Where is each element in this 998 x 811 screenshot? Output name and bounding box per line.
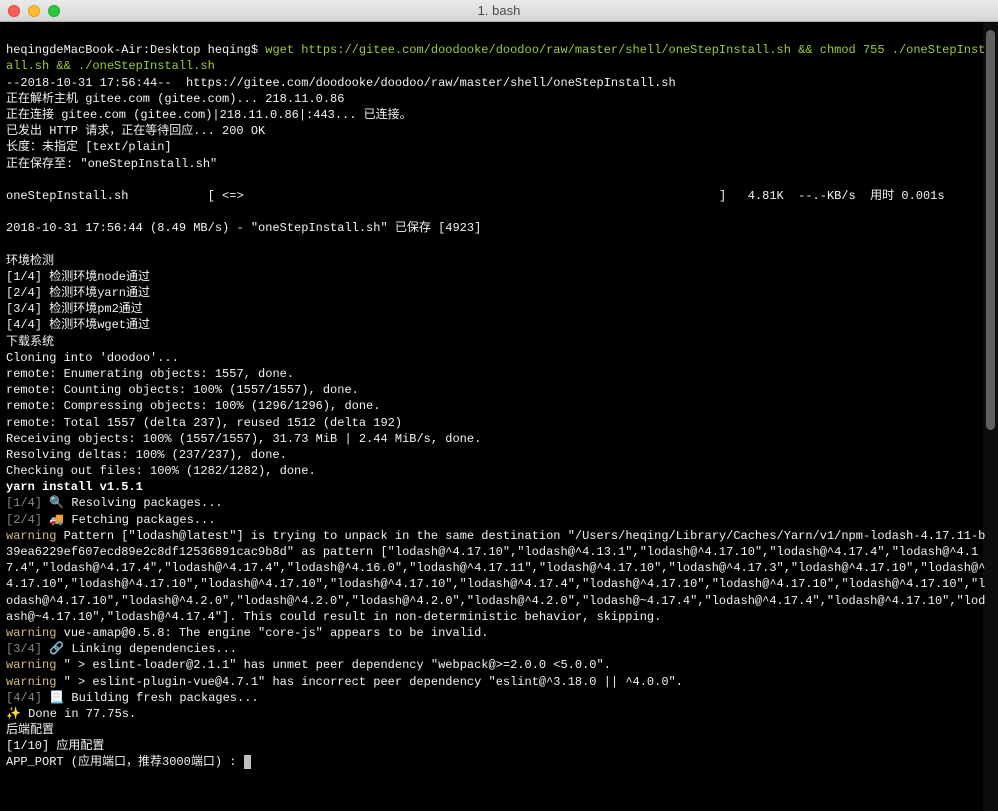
git-remote-enum: remote: Enumerating objects: 1557, done. <box>6 367 294 381</box>
magnifier-icon: 🔍 <box>49 496 64 510</box>
env-check-2: [2/4] 检测环境yarn通过 <box>6 286 150 300</box>
terminal-output[interactable]: heqingdeMacBook-Air:Desktop heqing$ wget… <box>0 22 998 811</box>
git-receiving: Receiving objects: 100% (1557/1557), 31.… <box>6 432 481 446</box>
wget-connect: 正在连接 gitee.com (gitee.com)|218.11.0.86|:… <box>6 108 412 122</box>
wget-done: 2018-10-31 17:56:44 (8.49 MB/s) - "oneSt… <box>6 221 481 235</box>
warning-lodash: Pattern ["lodash@latest"] is trying to u… <box>6 529 985 624</box>
git-checkout: Checking out files: 100% (1282/1282), do… <box>6 464 316 478</box>
git-clone: Cloning into 'doodoo'... <box>6 351 179 365</box>
backend-config: 后端配置 <box>6 723 54 737</box>
window-titlebar: 1. bash <box>0 0 998 22</box>
yarn-step-1-text: Resolving packages... <box>64 496 222 510</box>
traffic-lights <box>0 5 60 17</box>
wget-start: --2018-10-31 17:56:44-- https://gitee.co… <box>6 76 676 90</box>
wget-length: 长度：未指定 [text/plain] <box>6 140 172 154</box>
yarn-step-2-text: Fetching packages... <box>64 513 215 527</box>
yarn-step-4-num: [4/4] <box>6 691 42 705</box>
scrollbar-thumb[interactable] <box>986 30 995 430</box>
env-check-3: [3/4] 检测环境pm2通过 <box>6 302 143 316</box>
app-port-prompt: APP_PORT (应用端口，推荐3000端口) : <box>6 755 244 769</box>
yarn-step-1-num: [1/4] <box>6 496 42 510</box>
wget-http: 已发出 HTTP 请求，正在等待回应... 200 OK <box>6 124 265 138</box>
sparkles-icon: ✨ <box>6 707 21 721</box>
env-check-1: [1/4] 检测环境node通过 <box>6 270 150 284</box>
page-icon: 📃 <box>49 691 64 705</box>
git-resolving: Resolving deltas: 100% (237/237), done. <box>6 448 287 462</box>
yarn-install: yarn install v1.5.1 <box>6 480 143 494</box>
env-check-header: 环境检测 <box>6 254 54 268</box>
minimize-button[interactable] <box>28 5 40 17</box>
config-step-1: [1/10] 应用配置 <box>6 739 104 753</box>
yarn-step-3-num: [3/4] <box>6 642 42 656</box>
warning-label: warning <box>6 658 56 672</box>
warning-eslint-vue: " > eslint-plugin-vue@4.7.1" has incorre… <box>56 675 683 689</box>
warning-eslint-loader: " > eslint-loader@2.1.1" has unmet peer … <box>56 658 611 672</box>
warning-label: warning <box>6 675 56 689</box>
yarn-done: Done in 77.75s. <box>21 707 136 721</box>
yarn-step-3-text: Linking dependencies... <box>64 642 237 656</box>
env-check-4: [4/4] 检测环境wget通过 <box>6 318 150 332</box>
wget-progress-bar: [ <=> <box>208 189 244 203</box>
wget-resolve: 正在解析主机 gitee.com (gitee.com)... 218.11.0… <box>6 92 344 106</box>
truck-icon: 🚚 <box>49 513 64 527</box>
link-icon: 🔗 <box>49 642 64 656</box>
wget-progress-name: oneStepInstall.sh <box>6 189 128 203</box>
warning-label: warning <box>6 529 56 543</box>
download-system: 下载系统 <box>6 335 54 349</box>
warning-label: warning <box>6 626 56 640</box>
warning-vueamap: vue-amap@0.5.8: The engine "core-js" app… <box>56 626 488 640</box>
git-remote-count: remote: Counting objects: 100% (1557/155… <box>6 383 359 397</box>
yarn-step-2-num: [2/4] <box>6 513 42 527</box>
yarn-step-4-text: Building fresh packages... <box>64 691 258 705</box>
git-remote-compress: remote: Compressing objects: 100% (1296/… <box>6 399 380 413</box>
close-button[interactable] <box>8 5 20 17</box>
scrollbar[interactable] <box>983 22 998 811</box>
wget-saving: 正在保存至: "oneStepInstall.sh" <box>6 157 217 171</box>
maximize-button[interactable] <box>48 5 60 17</box>
wget-progress-right: ] 4.81K --.-KB/s 用时 0.001s <box>719 189 945 203</box>
cursor[interactable] <box>244 755 251 769</box>
prompt: heqingdeMacBook-Air:Desktop heqing$ <box>6 43 265 57</box>
git-remote-total: remote: Total 1557 (delta 237), reused 1… <box>6 416 402 430</box>
window-title: 1. bash <box>0 3 998 18</box>
